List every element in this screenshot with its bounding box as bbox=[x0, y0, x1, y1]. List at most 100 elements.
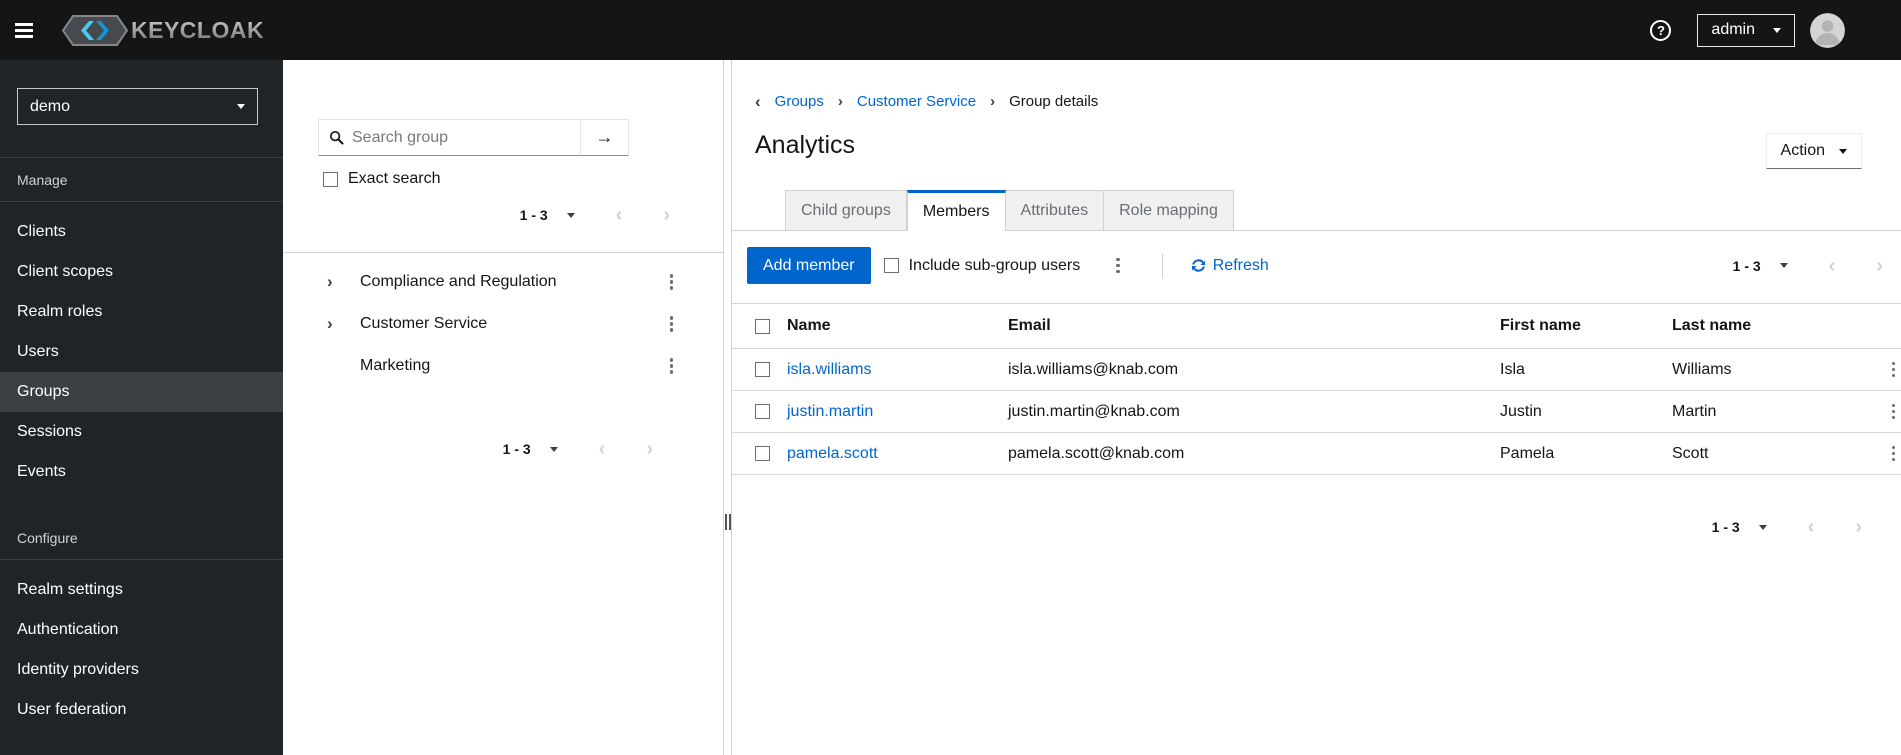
member-email: justin.martin@knab.com bbox=[1008, 402, 1180, 420]
panel-resize-splitter[interactable] bbox=[723, 60, 732, 755]
realm-selector[interactable]: demo bbox=[17, 88, 258, 125]
next-page-button[interactable]: › bbox=[1876, 256, 1883, 276]
refresh-button[interactable]: Refresh bbox=[1191, 257, 1269, 275]
column-header-first-name: First name bbox=[1500, 317, 1581, 334]
sidebar-item-events[interactable]: Events bbox=[0, 452, 283, 492]
breadcrumb-link-groups[interactable]: Groups bbox=[775, 93, 824, 110]
sidebar-item-realm-settings[interactable]: Realm settings bbox=[0, 570, 283, 610]
sidebar-item-realm-roles[interactable]: Realm roles bbox=[0, 292, 283, 332]
row-checkbox[interactable] bbox=[755, 362, 770, 377]
search-submit-button[interactable]: → bbox=[580, 119, 629, 156]
expand-chevron-icon[interactable]: › bbox=[327, 314, 343, 334]
next-page-button[interactable]: › bbox=[1855, 517, 1862, 537]
member-last-name: Martin bbox=[1672, 402, 1717, 420]
select-all-checkbox[interactable] bbox=[755, 318, 770, 334]
tab-role-mapping[interactable]: Role mapping bbox=[1104, 190, 1234, 230]
keycloak-hexagon-icon bbox=[62, 14, 128, 46]
per-page-caret-icon[interactable] bbox=[1758, 524, 1767, 530]
nav-section-manage: Manage bbox=[17, 172, 68, 188]
search-group-input[interactable] bbox=[319, 120, 580, 155]
prev-page-button[interactable]: ‹ bbox=[599, 439, 606, 459]
breadcrumb: ‹ Groups › Customer Service › Group deta… bbox=[732, 60, 1901, 110]
row-kebab-menu-button[interactable] bbox=[1886, 406, 1901, 418]
sidebar-item-identity-providers[interactable]: Identity providers bbox=[0, 650, 283, 690]
member-link[interactable]: pamela.scott bbox=[787, 445, 878, 462]
prev-page-button[interactable]: ‹ bbox=[1829, 256, 1836, 276]
nav-manage-list: Clients Client scopes Realm roles Users … bbox=[0, 202, 283, 492]
sidebar-item-authentication[interactable]: Authentication bbox=[0, 610, 283, 650]
breadcrumb-link-customer-service[interactable]: Customer Service bbox=[857, 93, 976, 110]
tree-item-customer-service[interactable]: › Customer Service bbox=[283, 303, 723, 345]
add-member-button[interactable]: Add member bbox=[747, 247, 871, 284]
sidebar-item-groups[interactable]: Groups bbox=[0, 372, 283, 412]
row-kebab-menu-button[interactable] bbox=[1886, 364, 1901, 376]
drag-handle-icon[interactable] bbox=[725, 514, 727, 530]
member-link[interactable]: justin.martin bbox=[787, 403, 873, 420]
expand-chevron-icon[interactable]: › bbox=[327, 272, 343, 292]
nav-toggle-icon[interactable] bbox=[15, 20, 33, 41]
tab-members[interactable]: Members bbox=[906, 190, 1006, 231]
per-page-caret-icon[interactable] bbox=[566, 212, 575, 218]
user-menu-dropdown[interactable]: admin bbox=[1697, 13, 1795, 47]
brand-text: KEYCLOAK bbox=[131, 16, 265, 43]
search-icon bbox=[329, 130, 344, 145]
divider bbox=[1161, 253, 1163, 278]
sidebar-item-user-federation[interactable]: User federation bbox=[0, 690, 283, 730]
tree-item-compliance-and-regulation[interactable]: › Compliance and Regulation bbox=[283, 261, 723, 303]
member-email: pamela.scott@knab.com bbox=[1008, 444, 1185, 462]
tab-attributes[interactable]: Attributes bbox=[1005, 190, 1105, 230]
sidebar-item-clients[interactable]: Clients bbox=[0, 212, 283, 252]
search-input-wrap bbox=[318, 119, 581, 156]
include-subgroups-label: Include sub-group users bbox=[908, 256, 1081, 274]
group-tabs: Child groups Members Attributes Role map… bbox=[732, 190, 1901, 231]
avatar[interactable] bbox=[1810, 12, 1845, 48]
table-row: justin.martin justin.martin@knab.com Jus… bbox=[732, 391, 1901, 433]
member-last-name: Williams bbox=[1672, 360, 1732, 378]
sidebar-item-users[interactable]: Users bbox=[0, 332, 283, 372]
arrow-right-icon: → bbox=[595, 127, 614, 147]
chevron-right-icon: › bbox=[990, 93, 996, 110]
sidebar-item-sessions[interactable]: Sessions bbox=[0, 412, 283, 452]
prev-page-button[interactable]: ‹ bbox=[616, 205, 623, 225]
user-avatar-icon bbox=[1810, 12, 1845, 48]
page-title: Analytics bbox=[755, 131, 856, 159]
keycloak-admin-console: KEYCLOAK ? admin demo Manage Clients Cli… bbox=[0, 0, 1901, 755]
kebab-menu-button[interactable] bbox=[664, 360, 680, 372]
sidebar-item-client-scopes[interactable]: Client scopes bbox=[0, 252, 283, 292]
per-page-caret-icon[interactable] bbox=[1779, 263, 1788, 268]
row-checkbox[interactable] bbox=[755, 446, 770, 461]
caret-down-icon bbox=[1773, 27, 1781, 33]
action-dropdown-button[interactable]: Action bbox=[1765, 133, 1862, 169]
tree-pagination-top: 1 - 3 ‹ › bbox=[283, 203, 723, 227]
tab-child-groups[interactable]: Child groups bbox=[785, 190, 907, 230]
breadcrumb-current: Group details bbox=[1009, 93, 1099, 110]
members-toolbar: Add member Include sub-group users Refre… bbox=[732, 247, 1901, 284]
kebab-menu-button[interactable] bbox=[664, 276, 680, 288]
prev-page-button[interactable]: ‹ bbox=[1808, 517, 1815, 537]
kebab-menu-button[interactable] bbox=[664, 318, 680, 330]
chevron-right-icon: › bbox=[837, 93, 843, 110]
masthead: KEYCLOAK ? admin bbox=[0, 0, 1901, 60]
tree-item-marketing[interactable]: Marketing bbox=[283, 345, 723, 387]
next-page-button[interactable]: › bbox=[663, 205, 670, 225]
breadcrumb-back-icon[interactable]: ‹ bbox=[755, 93, 761, 110]
exact-search-option: Exact search bbox=[323, 170, 723, 188]
help-icon[interactable]: ? bbox=[1650, 19, 1672, 41]
group-tree-panel: → Exact search 1 - 3 ‹ › › Compliance an… bbox=[283, 60, 723, 755]
group-details-main: ‹ Groups › Customer Service › Group deta… bbox=[732, 60, 1901, 755]
table-row: pamela.scott pamela.scott@knab.com Pamel… bbox=[732, 433, 1901, 475]
next-page-button[interactable]: › bbox=[646, 439, 653, 459]
tree-pagination-bottom: 1 - 3 ‹ › bbox=[283, 437, 723, 461]
column-header-name: Name bbox=[787, 317, 831, 334]
per-page-caret-icon[interactable] bbox=[549, 446, 558, 452]
exact-search-checkbox[interactable] bbox=[323, 171, 338, 187]
column-header-email: Email bbox=[1008, 317, 1051, 334]
member-link[interactable]: isla.williams bbox=[787, 361, 871, 378]
keycloak-logo[interactable]: KEYCLOAK bbox=[62, 14, 265, 46]
toolbar-kebab-menu-button[interactable] bbox=[1110, 260, 1126, 272]
nav-configure-list: Realm settings Authentication Identity p… bbox=[0, 560, 283, 730]
include-subgroups-checkbox[interactable] bbox=[883, 258, 899, 273]
row-kebab-menu-button[interactable] bbox=[1886, 448, 1901, 460]
table-header-row: Name Email First name Last name bbox=[732, 304, 1901, 349]
row-checkbox[interactable] bbox=[755, 404, 770, 419]
